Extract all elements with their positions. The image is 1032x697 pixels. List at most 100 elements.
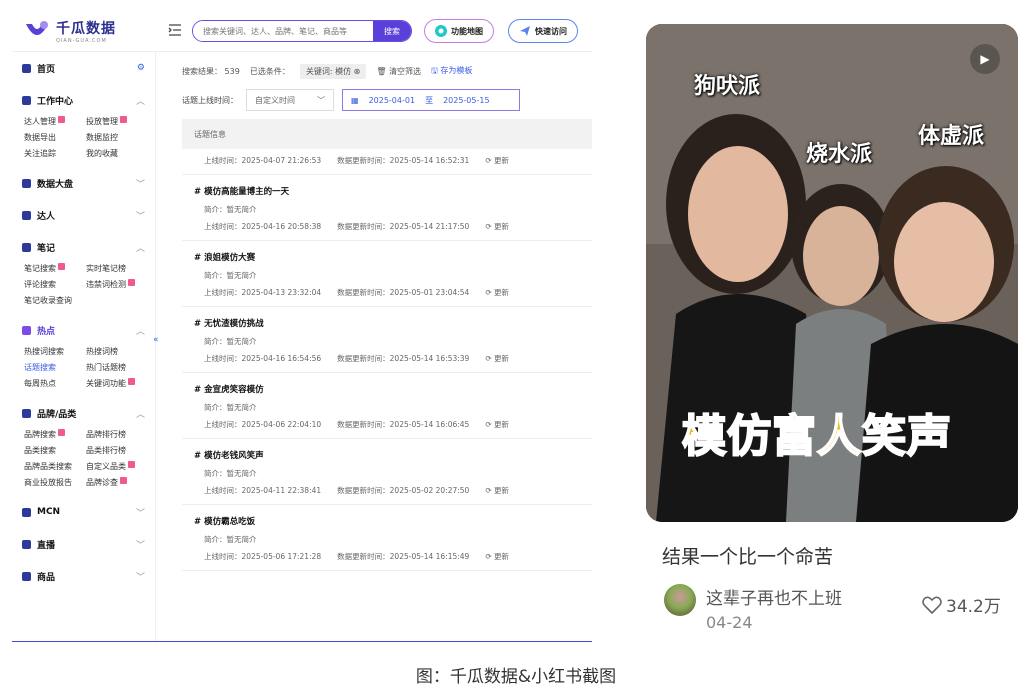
table-row[interactable]: 上线时间：2025-04-07 21:26:53 数据更新时间：2025-05-1… — [182, 149, 592, 175]
online-time: 上线时间：2025-04-13 23:32:04 — [204, 288, 322, 297]
sidebar-subitem[interactable]: 品牌搜索 — [24, 429, 86, 440]
online-time: 上线时间：2025-04-07 21:26:53 — [204, 156, 322, 165]
sidebar-item-home[interactable]: 首页 ⚙ — [22, 52, 145, 84]
search-input[interactable] — [193, 21, 373, 41]
logo[interactable]: 千瓜数据 QIAN-GUA.COM — [24, 18, 116, 44]
sidebar-item-notes[interactable]: 笔记 ︿ — [22, 231, 145, 263]
settings-icon[interactable]: ⚙ — [137, 63, 145, 73]
sidebar-item-brand[interactable]: 品牌/品类 ︿ — [22, 397, 145, 429]
topic-title[interactable]: # 无忧渣模仿挑战 — [194, 317, 592, 329]
sidebar-label: 商品 — [37, 572, 56, 583]
quick-access-button[interactable]: 快速访问 — [508, 19, 578, 43]
topic-desc: 简介：暂无简介 — [204, 469, 257, 478]
sidebar-subitem[interactable]: 自定义品类 — [86, 461, 148, 472]
sidebar-subitem[interactable]: 笔记收录查询 — [24, 295, 86, 306]
search-button[interactable]: 搜索 — [373, 21, 411, 41]
sidebar-item-hot[interactable]: 热点 ︿ — [22, 314, 145, 346]
sidebar-label: 品牌/品类 — [37, 409, 77, 420]
refresh-button[interactable]: ⟳ 更新 — [485, 419, 509, 430]
sidebar-subitem-label: 笔记搜索 — [24, 264, 56, 273]
topic-title[interactable]: # 浪姐模仿大赛 — [194, 251, 592, 263]
online-time: 上线时间：2025-04-06 22:04:10 — [204, 420, 322, 429]
sidebar-subitem[interactable]: 品类搜索 — [24, 445, 86, 456]
topic-desc: 简介：暂无简介 — [204, 271, 257, 280]
table-row[interactable]: # 模仿高能量博主的一天 简介：暂无简介 上线时间：2025-04-16 20:… — [182, 175, 592, 241]
post-title[interactable]: 结果一个比一个命苦 — [662, 542, 833, 569]
table-row[interactable]: # 浪姐模仿大赛 简介：暂无简介 上线时间：2025-04-13 23:32:0… — [182, 241, 592, 307]
sidebar-item-dashboard[interactable]: 数据大盘 ﹀ — [22, 167, 145, 199]
save-template-button[interactable]: 🖫 存为模板 — [431, 65, 472, 79]
date-from[interactable]: 2025-04-01 — [369, 96, 416, 105]
sidebar-subitem[interactable]: 达人管理 — [24, 116, 86, 127]
sidebar-subitem[interactable]: 违禁词检测 — [86, 279, 148, 290]
sidebar-subitem-label: 自定义品类 — [86, 462, 126, 471]
sidebar-subitem[interactable]: 热搜词搜索 — [24, 346, 86, 357]
topic-title[interactable]: # 模仿高能量博主的一天 — [194, 185, 592, 197]
sidebar-item-goods[interactable]: 商品 ﹀ — [22, 560, 145, 592]
overlay-headline: 模仿富人笑声 — [681, 410, 952, 463]
feature-map-button[interactable]: 功能地图 — [424, 19, 494, 43]
sidebar-subitem[interactable]: 品牌诊查 — [86, 477, 148, 488]
sidebar-subitem[interactable]: 热搜词榜 — [86, 346, 148, 357]
refresh-button[interactable]: ⟳ 更新 — [485, 485, 509, 496]
sidebar-subitem[interactable]: 每周热点 — [24, 378, 86, 389]
global-search: 搜索 — [192, 20, 412, 42]
sidebar-subitem-label: 品牌搜索 — [24, 430, 56, 439]
table-row[interactable]: # 无忧渣模仿挑战 简介：暂无简介 上线时间：2025-04-16 16:54:… — [182, 307, 592, 373]
result-count: 搜索结果： 539 — [182, 66, 240, 77]
topic-title[interactable]: # 金宣虎笑容模仿 — [194, 383, 592, 395]
topic-title[interactable]: # 模仿老钱风笑声 — [194, 449, 592, 461]
sidebar-subitem[interactable]: 商业投放报告 — [24, 477, 86, 488]
clear-filters-label: 清空筛选 — [389, 67, 422, 76]
post-author[interactable]: 这辈子再也不上班 04-24 — [664, 584, 842, 632]
refresh-label: 更新 — [493, 222, 509, 231]
sidebar-item-mcn[interactable]: MCN ﹀ — [22, 496, 145, 528]
refresh-button[interactable]: ⟳ 更新 — [485, 287, 509, 298]
author-name[interactable]: 这辈子再也不上班 — [706, 584, 842, 609]
refresh-button[interactable]: ⟳ 更新 — [485, 155, 509, 166]
sidebar-subitem[interactable]: 笔记搜索 — [24, 263, 86, 274]
sidebar-subitem-active[interactable]: 话题搜索 — [24, 362, 86, 373]
menu-toggle-icon[interactable] — [168, 23, 182, 37]
table-row[interactable]: # 模仿霸总吃饭 简介：暂无简介 上线时间：2025-05-06 17:21:2… — [182, 505, 592, 571]
chevron-down-icon: ﹀ — [135, 540, 145, 551]
new-tag — [58, 429, 65, 436]
topic-title[interactable]: # 模仿霸总吃饭 — [194, 515, 592, 527]
sidebar-subitem[interactable]: 数据导出 — [24, 132, 86, 143]
sidebar-subitem[interactable]: 投放管理 — [86, 116, 148, 127]
avatar[interactable] — [664, 584, 696, 616]
sidebar-subitem[interactable]: 品牌品类搜索 — [24, 461, 86, 472]
sidebar-subitem[interactable]: 我的收藏 — [86, 148, 148, 159]
refresh-button[interactable]: ⟳ 更新 — [485, 353, 509, 364]
collapse-sidebar-icon[interactable]: « — [153, 335, 159, 345]
clear-filters-button[interactable]: 🗑 清空筛选 — [376, 66, 421, 77]
refresh-button[interactable]: ⟳ 更新 — [485, 551, 509, 562]
sidebar-item-live[interactable]: 直播 ﹀ — [22, 528, 145, 560]
sidebar-subitem[interactable]: 数据监控 — [86, 132, 148, 143]
new-tag — [120, 116, 127, 123]
sidebar-subitem[interactable]: 实时笔记榜 — [86, 263, 148, 274]
sidebar-subitem[interactable]: 评论搜索 — [24, 279, 86, 290]
sidebar-subitem[interactable]: 热门话题榜 — [86, 362, 148, 373]
play-icon[interactable]: ▶ — [970, 44, 1000, 74]
sidebar-item-kol[interactable]: 达人 ﹀ — [22, 199, 145, 231]
date-to[interactable]: 2025-05-15 — [443, 96, 490, 105]
sidebar-subitem[interactable]: 关注追踪 — [24, 148, 86, 159]
table-row[interactable]: # 金宣虎笑容模仿 简介：暂无简介 上线时间：2025-04-06 22:04:… — [182, 373, 592, 439]
close-icon[interactable]: ⊗ — [354, 67, 361, 76]
calendar-icon: ▦ — [351, 95, 359, 105]
sidebar-subitem[interactable]: 品牌排行榜 — [86, 429, 148, 440]
new-tag — [58, 263, 65, 270]
time-select[interactable]: 自定义时间 ﹀ — [246, 89, 334, 111]
table-row[interactable]: # 模仿老钱风笑声 简介：暂无简介 上线时间：2025-04-11 22:38:… — [182, 439, 592, 505]
sidebar-subitem[interactable]: 品类排行榜 — [86, 445, 148, 456]
refresh-button[interactable]: ⟳ 更新 — [485, 221, 509, 232]
xhs-video-cover[interactable]: ▶ 狗吠派 烧水派 体虚派 模仿富人笑声 — [646, 24, 1018, 522]
date-range-picker[interactable]: ▦ 2025-04-01 至 2025-05-15 — [342, 89, 520, 111]
sidebar-subitem[interactable]: 关键词功能 — [86, 378, 148, 389]
sidebar-item-workcenter[interactable]: 工作中心 ︿ — [22, 84, 145, 116]
new-tag — [120, 477, 127, 484]
selected-label: 已选条件： — [249, 67, 290, 76]
like-button[interactable]: 34.2万 — [922, 592, 1001, 617]
filter-chip[interactable]: 关键词: 模仿 ⊗ — [299, 64, 367, 79]
